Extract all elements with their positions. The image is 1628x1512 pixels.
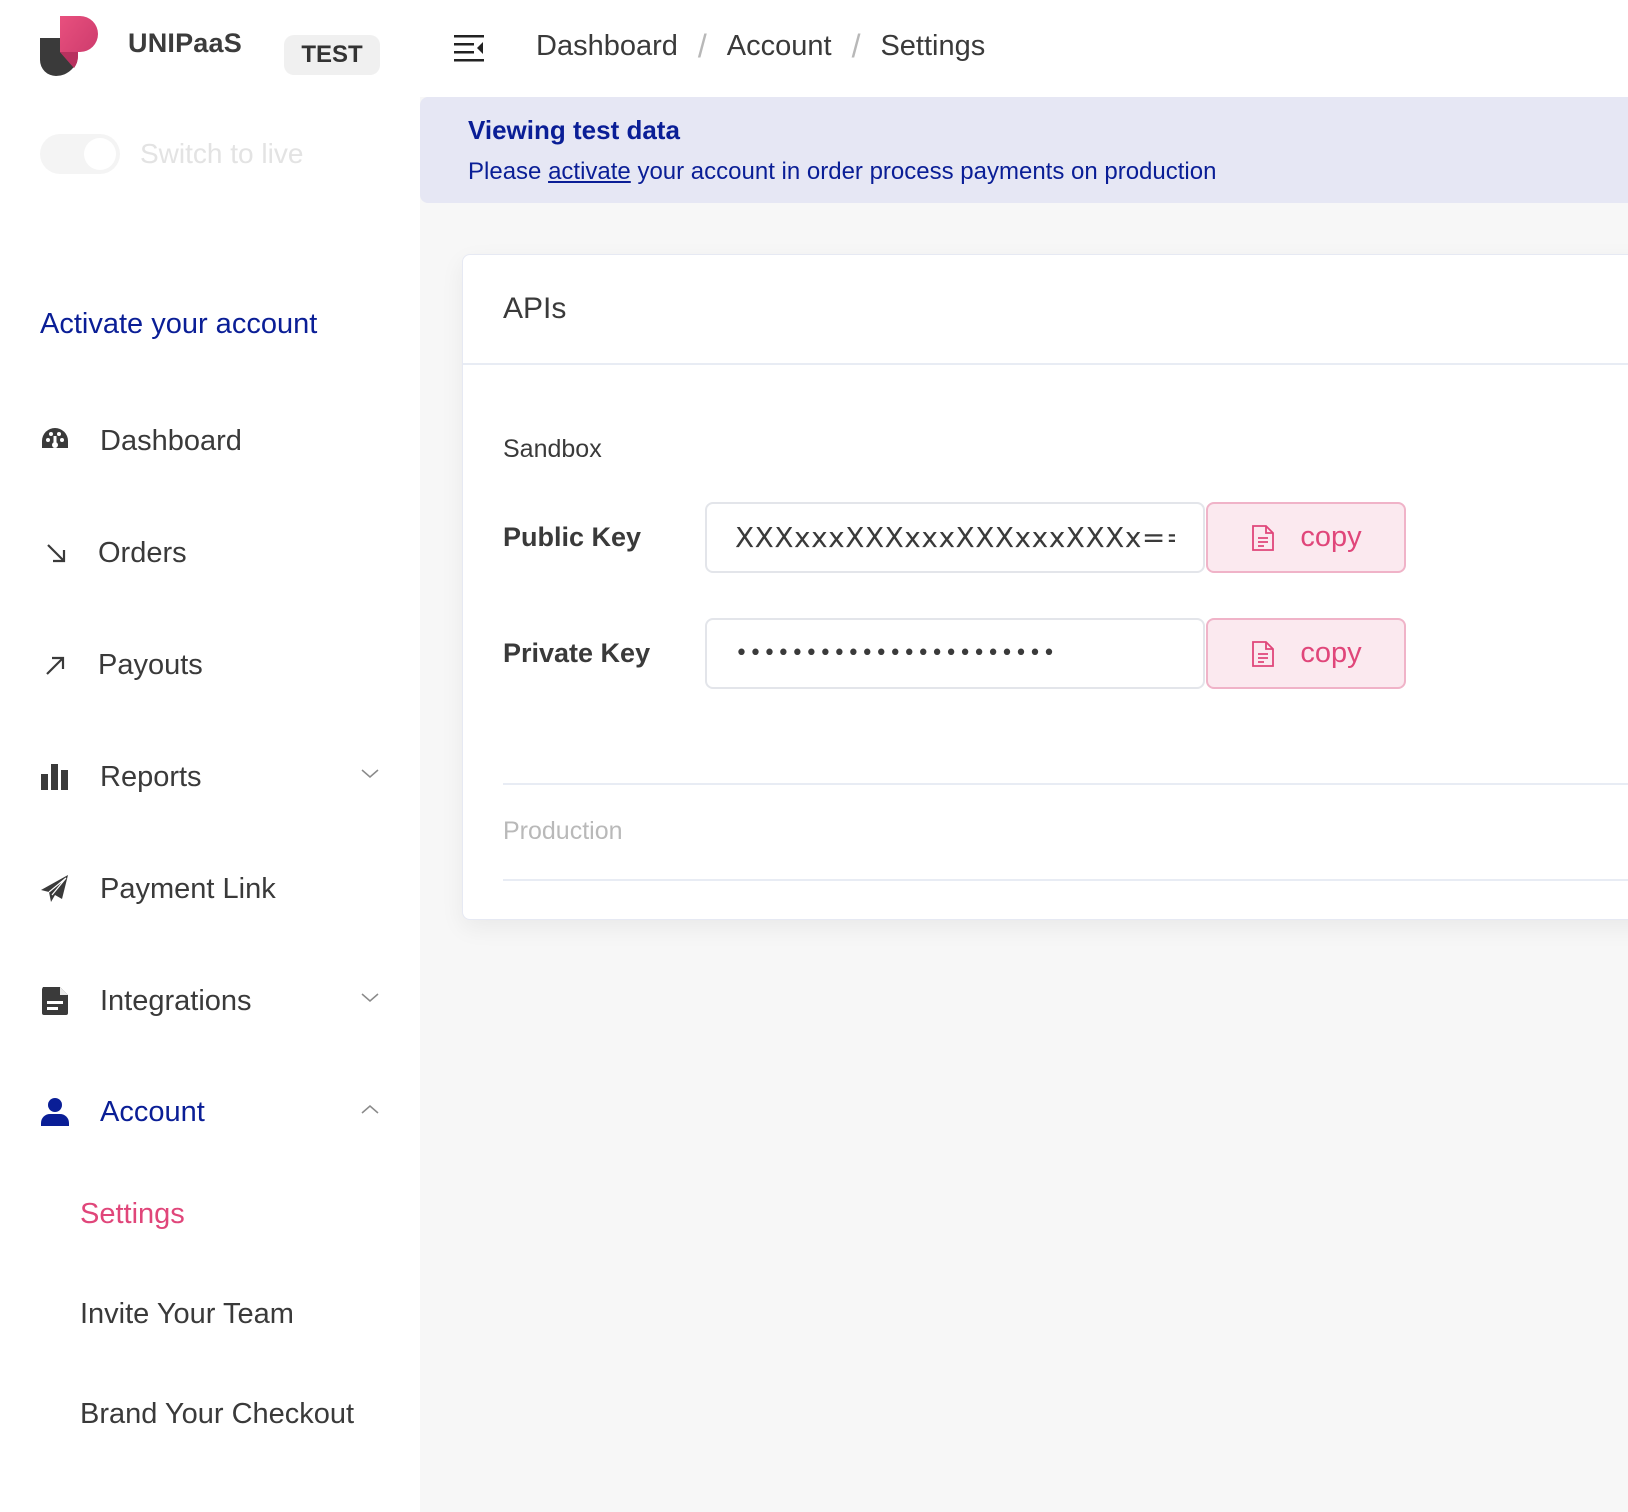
chevron-up-icon[interactable] — [360, 1099, 380, 1119]
breadcrumb-separator: / — [851, 28, 861, 64]
private-key-label: Private Key — [503, 638, 651, 668]
copy-private-key-button[interactable]: copy — [1206, 618, 1406, 689]
private-key-row: Private Key copy — [503, 618, 1406, 689]
sidebar-subitem-invite-team[interactable]: Invite Your Team — [80, 1298, 294, 1331]
public-key-field[interactable] — [705, 502, 1205, 573]
sidebar-item-label: Payment Link — [100, 872, 276, 905]
menu-collapse-icon[interactable] — [454, 34, 484, 62]
sidebar-item-label: Reports — [100, 760, 202, 793]
section-divider — [503, 879, 1628, 881]
copy-label: copy — [1300, 521, 1362, 553]
paper-plane-icon — [40, 874, 70, 904]
chevron-down-icon[interactable] — [360, 764, 380, 784]
test-data-banner: Viewing test data Please activate your a… — [420, 97, 1628, 203]
sidebar-item-payment-link[interactable]: Payment Link — [40, 864, 380, 914]
sidebar-item-label: Account — [100, 1095, 205, 1128]
public-key-row: Public Key copy — [503, 502, 1406, 573]
brand-name: UNIPaaS — [128, 28, 242, 58]
banner-activate-link[interactable]: activate — [548, 158, 631, 185]
copy-document-icon — [1252, 640, 1275, 667]
top-header: Dashboard / Account / Settings — [420, 0, 1628, 97]
public-key-label: Public Key — [503, 522, 642, 552]
copy-public-key-button[interactable]: copy — [1206, 502, 1406, 573]
card-title: APIs — [503, 292, 567, 325]
tachometer-icon — [40, 426, 70, 456]
activate-account-link[interactable]: Activate your account — [40, 308, 317, 341]
breadcrumb-settings: Settings — [880, 30, 986, 62]
document-icon — [40, 986, 70, 1016]
sidebar-item-label: Integrations — [100, 984, 252, 1017]
banner-text-before: Please — [468, 158, 549, 185]
section-divider — [503, 783, 1628, 785]
sandbox-label: Sandbox — [503, 435, 602, 463]
sidebar-item-label: Dashboard — [100, 424, 242, 457]
sidebar-item-reports[interactable]: Reports — [40, 752, 380, 802]
app-root: UNIPaaS TEST Switch to live Activate you… — [0, 0, 1628, 1512]
banner-text: Please activate your account in order pr… — [468, 158, 1580, 186]
env-badge: TEST — [284, 35, 380, 75]
bar-chart-icon — [40, 762, 70, 792]
copy-label: copy — [1300, 637, 1362, 669]
private-key-field[interactable] — [705, 618, 1205, 689]
sidebar-item-account[interactable]: Account — [40, 1087, 380, 1137]
live-toggle[interactable] — [40, 134, 120, 174]
sidebar-item-orders[interactable]: Orders — [40, 528, 380, 578]
user-icon — [40, 1097, 70, 1127]
breadcrumb-account[interactable]: Account — [727, 30, 832, 63]
breadcrumb-dashboard[interactable]: Dashboard — [536, 30, 678, 63]
card-header: APIs — [463, 255, 1628, 365]
switch-to-live[interactable]: Switch to live — [40, 134, 303, 174]
switch-label: Switch to live — [140, 138, 304, 169]
arrow-up-right-icon — [40, 650, 70, 680]
sidebar-item-payouts[interactable]: Payouts — [40, 640, 380, 690]
chevron-down-icon[interactable] — [360, 988, 380, 1008]
copy-document-icon — [1252, 524, 1275, 551]
sidebar-item-integrations[interactable]: Integrations — [40, 976, 380, 1026]
apis-card: APIs Sandbox Public Key copy Private Key… — [462, 254, 1628, 920]
arrow-down-right-icon — [40, 538, 70, 568]
sidebar-subitem-settings[interactable]: Settings — [80, 1198, 185, 1231]
breadcrumb: Dashboard / Account / Settings — [536, 28, 985, 65]
sidebar-subitem-brand-checkout[interactable]: Brand Your Checkout — [80, 1398, 354, 1431]
sidebar-item-label: Payouts — [98, 648, 203, 681]
brand[interactable]: UNIPaaS — [40, 16, 242, 78]
unipaas-logo-icon — [40, 16, 98, 76]
sidebar-item-dashboard[interactable]: Dashboard — [40, 416, 380, 466]
production-label[interactable]: Production — [503, 817, 623, 846]
sidebar: UNIPaaS TEST Switch to live Activate you… — [0, 0, 420, 1512]
breadcrumb-separator: / — [697, 28, 707, 64]
banner-title: Viewing test data — [468, 115, 680, 145]
banner-text-after: your account in order process payments o… — [630, 158, 1217, 185]
sidebar-item-label: Orders — [98, 536, 187, 569]
